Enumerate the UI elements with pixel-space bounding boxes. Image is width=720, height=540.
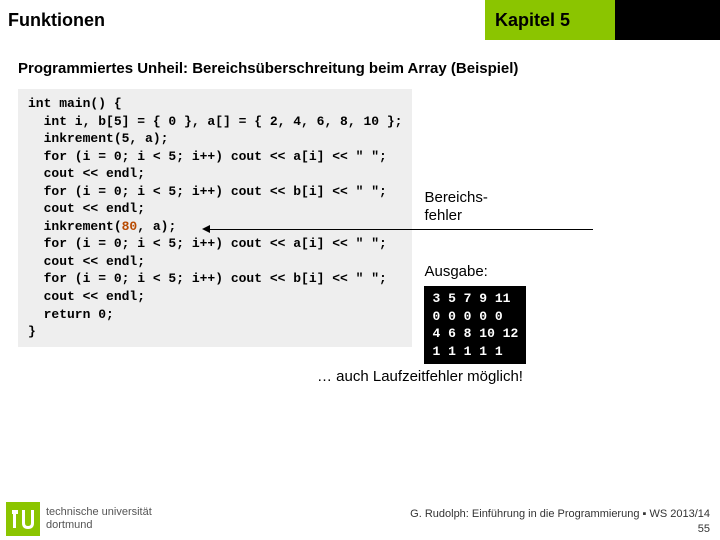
code-highlight-80: 80 [122, 219, 138, 234]
code-line: inkrement(5, a); [28, 131, 168, 146]
code-line: int main() { [28, 96, 122, 111]
code-line: cout << endl; [28, 254, 145, 269]
runtime-warning: … auch Laufzeitfehler möglich! [18, 368, 702, 385]
output-line: 1 1 1 1 1 [432, 344, 502, 359]
code-line: } [28, 324, 36, 339]
content-area: Programmiertes Unheil: Bereichsüberschre… [0, 40, 720, 393]
ausgabe-label: Ausgabe: [424, 263, 526, 280]
header-bar: Funktionen Kapitel 5 [0, 0, 720, 40]
footer-credit-line: G. Rudolph: Einführung in die Programmie… [410, 508, 710, 520]
code-line: for (i = 0; i < 5; i++) cout << b[i] << … [28, 271, 387, 286]
header-title-right: Kapitel 5 [495, 10, 570, 31]
arrow-head-icon [202, 225, 210, 233]
header-title-left: Funktionen [8, 10, 105, 31]
logo-text-l2: dortmund [46, 519, 92, 531]
code-line: cout << endl; [28, 289, 145, 304]
two-column-layout: int main() { int i, b[5] = { 0 }, a[] = … [18, 89, 702, 364]
slide-subtitle: Programmiertes Unheil: Bereichsüberschre… [18, 60, 702, 77]
header-right: Kapitel 5 [485, 0, 615, 40]
code-line: inkrement( [28, 219, 122, 234]
code-block: int main() { int i, b[5] = { 0 }, a[] = … [18, 89, 412, 347]
logo-text-l1: technische universität [46, 506, 152, 518]
header-left: Funktionen [0, 0, 485, 40]
footer-logo-group: technische universität dortmund [6, 502, 152, 536]
output-line: 0 0 0 0 0 [432, 309, 502, 324]
code-line: for (i = 0; i < 5; i++) cout << b[i] << … [28, 184, 387, 199]
footer-page-number: 55 [698, 523, 710, 535]
code-line: , a); [137, 219, 176, 234]
logo-text: technische universität dortmund [46, 506, 152, 531]
code-line: return 0; [28, 307, 114, 322]
code-line: for (i = 0; i < 5; i++) cout << a[i] << … [28, 149, 387, 164]
output-line: 3 5 7 9 11 [432, 291, 510, 306]
bereichsfehler-line1: Bereichs- [424, 189, 487, 206]
tu-logo-icon [6, 502, 40, 536]
side-column: Bereichs- fehler Ausgabe: 3 5 7 9 11 0 0… [424, 89, 526, 364]
code-line: cout << endl; [28, 166, 145, 181]
bereichsfehler-line2: fehler [424, 207, 462, 224]
code-line: for (i = 0; i < 5; i++) cout << a[i] << … [28, 236, 387, 251]
output-box: 3 5 7 9 11 0 0 0 0 0 4 6 8 10 12 1 1 1 1… [424, 286, 526, 364]
footer-credit: G. Rudolph: Einführung in die Programmie… [410, 507, 710, 536]
footer: technische universität dortmund G. Rudol… [0, 494, 720, 538]
bereichsfehler-label: Bereichs- fehler [424, 189, 526, 225]
code-line: int i, b[5] = { 0 }, a[] = { 2, 4, 6, 8,… [28, 114, 402, 129]
code-line: cout << endl; [28, 201, 145, 216]
arrow-line [208, 229, 593, 230]
output-line: 4 6 8 10 12 [432, 326, 518, 341]
